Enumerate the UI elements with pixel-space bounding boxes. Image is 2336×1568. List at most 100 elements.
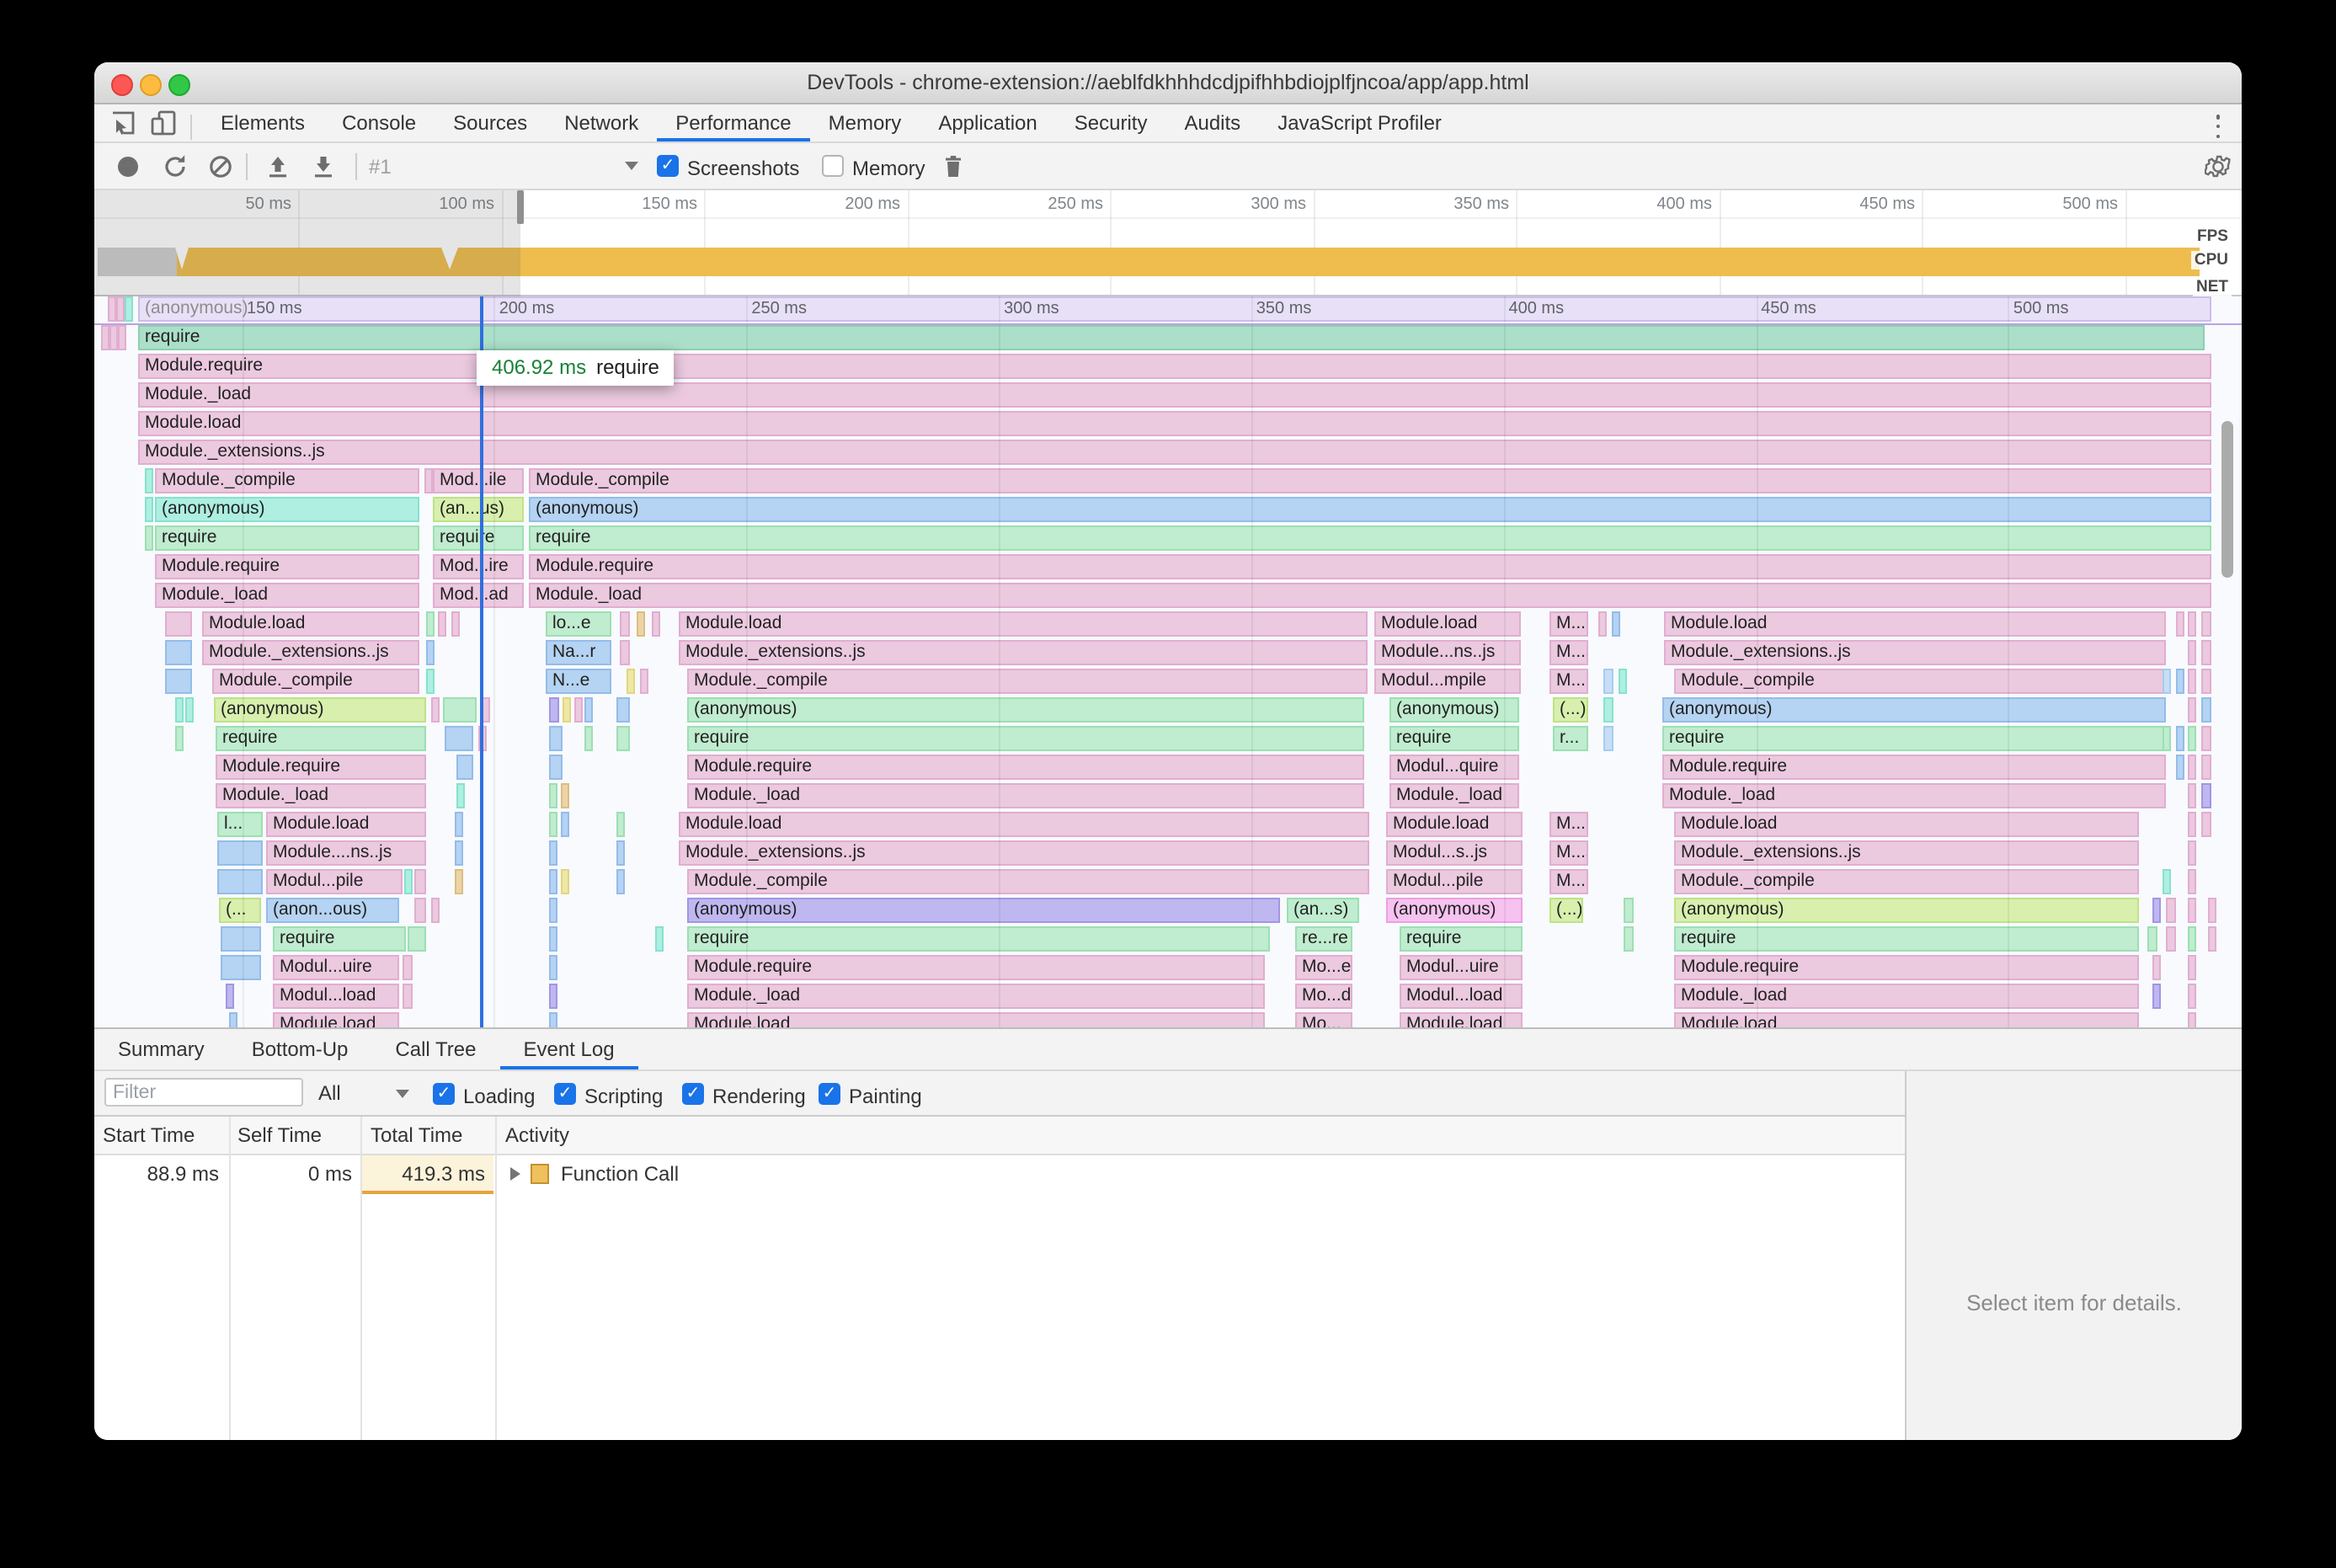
flame-bar-fragment[interactable] [1619,669,1627,694]
flame-bar-module-load[interactable]: Module.load [679,611,1368,637]
flame-bar-module-load[interactable]: Module._load [687,783,1364,808]
flame-bar-module-require[interactable]: Module.require [529,554,2211,579]
flame-bar-fragment[interactable] [2188,926,2196,952]
flame-bar-fragment[interactable] [549,955,557,980]
flame-bar-module-require[interactable]: Module.require [687,955,1265,980]
flame-bar-module-load[interactable]: Module.load [679,812,1369,837]
flame-bar-anonymous[interactable]: (anonymous) [687,697,1364,723]
tab-summary[interactable]: Summary [94,1029,228,1069]
flame-bar-fragment[interactable] [108,296,116,322]
flame-bar-fragment[interactable] [616,812,625,837]
flame-bar-module-extensions-js[interactable]: Module._extensions..js [1674,840,2139,866]
flame-bar-module-load[interactable]: Module._load [155,583,419,608]
flame-bar-r[interactable]: r... [1553,726,1588,751]
flame-bar-fragment[interactable] [2188,1012,2196,1027]
flame-bar-module-extensions-js[interactable]: Module._extensions..js [138,440,2211,465]
flame-bar-fragment[interactable] [451,611,460,637]
flame-bar-fragment[interactable] [549,783,557,808]
column-header-activity[interactable]: Activity [505,1123,569,1147]
flame-bar-module-require[interactable]: Module.require [687,755,1364,780]
filter-input[interactable] [104,1078,303,1107]
flame-bar-module-load[interactable]: Module._load [216,783,426,808]
tab-performance[interactable]: Performance [657,104,809,141]
flame-bar-fragment[interactable] [1598,611,1607,637]
flame-bar-require[interactable]: require [216,726,426,751]
flame-bar-fragment[interactable] [2152,898,2161,923]
flame-bar-fragment[interactable] [2208,926,2216,952]
flame-bar-module-load[interactable]: Module._load [1389,783,1519,808]
flame-bar-fragment[interactable] [2201,726,2211,751]
flame-bar-module-ns-js[interactable]: Module...ns..js [1374,640,1521,665]
flame-bar-na-r[interactable]: Na...r [546,640,611,665]
flame-bar-module-load[interactable]: Module.load [1664,611,2166,637]
tab-bottom-up[interactable]: Bottom-Up [228,1029,372,1069]
checkbox-painting[interactable]: ✓ [819,1083,840,1105]
checkbox-label-scripting[interactable]: Scripting [584,1085,663,1108]
tab-event-log[interactable]: Event Log [499,1029,637,1069]
duration-filter-caret-icon[interactable] [396,1090,409,1098]
tab-memory[interactable]: Memory [810,104,920,141]
flame-bar-require[interactable]: require [1389,726,1519,751]
flame-bar-fragment[interactable] [561,812,569,837]
flame-bar-fragment[interactable] [175,697,184,723]
flame-bar-fragment[interactable] [627,669,635,694]
flame-bar-fragment[interactable] [165,640,192,665]
flame-bar-module-require[interactable]: Module.require [1674,955,2139,980]
more-options-icon[interactable] [2208,113,2228,140]
flame-bar-fragment[interactable] [2201,783,2211,808]
flame-bar-fragment[interactable] [455,840,463,866]
flame-bar-fragment[interactable] [414,898,426,923]
flame-bar-fragment[interactable] [101,325,109,350]
flame-bar-fragment[interactable] [2152,955,2161,980]
flame-bar-fragment[interactable] [2188,869,2196,894]
flame-bar-module-load[interactable]: Module.load [1374,611,1521,637]
flame-bar-fragment[interactable] [2188,984,2196,1009]
flame-bar-anonymous[interactable]: (anonymous) [1674,898,2139,923]
flame-bar-[interactable]: (...) [1549,898,1583,923]
flame-bar-fragment[interactable] [431,898,440,923]
overview-selection-handle[interactable] [517,190,524,224]
flame-bar-lo-e[interactable]: lo...e [546,611,611,637]
flame-bar-fragment[interactable] [563,697,571,723]
tab-javascript-profiler[interactable]: JavaScript Profiler [1259,104,1460,141]
flame-bar-fragment[interactable] [165,669,192,694]
flame-bar-fragment[interactable] [2188,898,2196,923]
flame-bar-module-load[interactable]: Module.load [1674,1012,2139,1027]
flame-bar-module-require[interactable]: Module.require [138,354,2211,379]
flame-bar-fragment[interactable] [620,611,630,637]
flame-bar-fragment[interactable] [2188,755,2196,780]
flame-bar-an-s[interactable]: (an...s) [1287,898,1359,923]
flame-bar-anon-ous[interactable]: (anon...ous) [266,898,399,923]
flame-bar-module-load[interactable]: Module.load [273,1012,399,1027]
flame-bar-re-re[interactable]: re...re [1295,926,1352,952]
tab-application[interactable]: Application [920,104,1055,141]
flame-bar-fragment[interactable] [165,611,192,637]
flame-bar-fragment[interactable] [175,726,184,751]
flame-bar-fragment[interactable] [2188,955,2196,980]
flame-bar-fragment[interactable] [549,926,557,952]
flame-bar-m[interactable]: M... [1549,669,1588,694]
flame-bar-fragment[interactable] [456,783,465,808]
flame-bar-module-load[interactable]: Module._load [687,984,1265,1009]
flame-bar-mo-e[interactable]: Mo...e [1295,955,1352,980]
flame-bar-module-require[interactable]: Module.require [216,755,426,780]
flame-bar-m-s[interactable]: M...s [1549,840,1588,866]
flame-bar-fragment[interactable] [616,869,625,894]
flame-bar-anonymous[interactable]: (anonymous) [1386,898,1523,923]
flame-bar-module-load[interactable]: Module.load [1674,812,2139,837]
flame-bar-fragment[interactable] [655,926,664,952]
flame-bar-fragment[interactable] [1603,669,1613,694]
flame-bar-fragment[interactable] [2176,726,2184,751]
flame-bar-module-extensions-js[interactable]: Module._extensions..js [1664,640,2166,665]
flame-bar-m-s[interactable]: M...s [1549,640,1588,665]
inspect-element-icon[interactable] [109,109,136,136]
flame-bar-fragment[interactable] [125,296,133,322]
flame-bar-fragment[interactable] [549,840,557,866]
flame-bar-fragment[interactable] [455,812,463,837]
flame-bar-fragment[interactable] [2152,984,2161,1009]
flame-bar-[interactable]: (... [219,898,261,923]
tab-elements[interactable]: Elements [202,104,323,141]
flame-bar-require[interactable]: require [687,726,1364,751]
flame-bar-fragment[interactable] [145,525,153,551]
tab-network[interactable]: Network [546,104,657,141]
